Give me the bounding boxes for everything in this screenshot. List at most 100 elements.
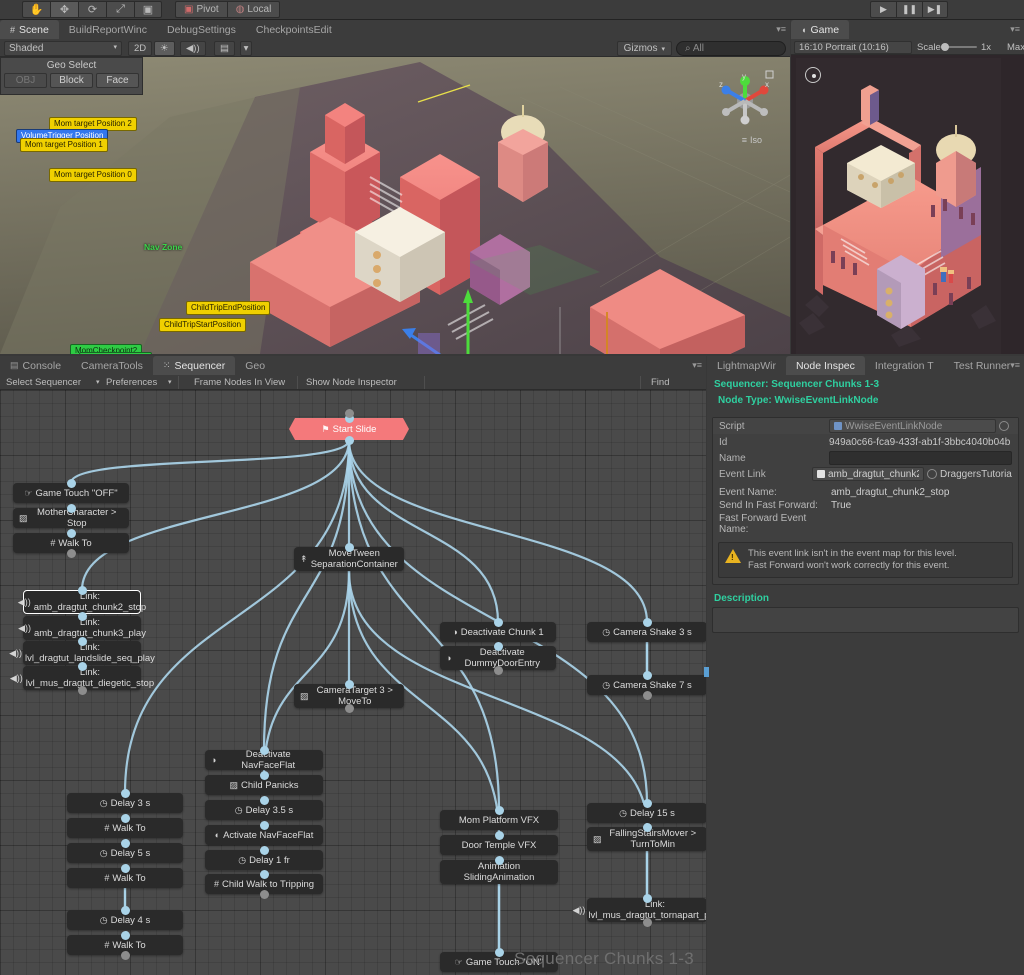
node-input-port[interactable]: [121, 789, 130, 798]
chevron-down-icon[interactable]: ▾: [162, 376, 178, 389]
select-sequencer-dropdown[interactable]: Select Sequencer: [0, 376, 87, 389]
node-output-port[interactable]: [78, 686, 87, 695]
move-tool-button[interactable]: ✥: [50, 1, 78, 18]
sun-icon[interactable]: ☀: [154, 41, 175, 56]
node-input-port[interactable]: [643, 799, 652, 808]
scale-slider[interactable]: [943, 46, 977, 48]
play-button[interactable]: ▶: [870, 1, 896, 18]
node-input-port[interactable]: [67, 504, 76, 513]
tab-lightmapwizard[interactable]: LightmapWir: [707, 356, 786, 375]
node-input-port[interactable]: [495, 948, 504, 957]
node-input-port[interactable]: [260, 821, 269, 830]
image-icon[interactable]: ▤: [214, 41, 235, 56]
node-graph-canvas[interactable]: ⚑Start Slide☞Game Touch "OFF"▨MotherChar…: [0, 390, 706, 975]
tab-geo[interactable]: Geo: [235, 356, 275, 375]
step-button[interactable]: ▶❚: [922, 1, 948, 18]
scene-label-mom-target-0[interactable]: Mom target Position 0: [49, 168, 137, 182]
node-output-port[interactable]: [643, 691, 652, 700]
geo-face-button[interactable]: Face: [96, 73, 139, 88]
inspector-panel-menu-icon[interactable]: ▾≡: [1010, 360, 1020, 371]
gizmos-dropdown[interactable]: Gizmos ▾: [617, 41, 672, 56]
name-input[interactable]: [829, 451, 1012, 465]
tab-scene[interactable]: # Scene: [0, 20, 59, 39]
rotate-tool-button[interactable]: ⟳: [78, 1, 106, 18]
geo-obj-button[interactable]: OBJ: [4, 73, 47, 88]
node-output-port[interactable]: [67, 549, 76, 558]
show-node-inspector-button[interactable]: Show Node Inspector: [300, 376, 403, 389]
event-link-object-field[interactable]: amb_dragtut_chunk2_st: [812, 467, 924, 481]
search-input[interactable]: ⌕ All: [676, 41, 786, 56]
scale-tool-button[interactable]: ⤢: [106, 1, 134, 18]
iso-projection-toggle[interactable]: ≡ Iso: [742, 135, 762, 145]
node-input-port[interactable]: [78, 637, 87, 646]
node-output-port[interactable]: [345, 704, 354, 713]
node-input-port[interactable]: [67, 529, 76, 538]
node-input-port[interactable]: [495, 856, 504, 865]
node-input-port[interactable]: [643, 671, 652, 680]
node-input-port[interactable]: [643, 823, 652, 832]
node-input-port[interactable]: [260, 771, 269, 780]
pivot-button[interactable]: ▣ Pivot: [175, 1, 227, 18]
scene-panel-menu-icon[interactable]: ▾≡: [776, 24, 786, 35]
scene-label-childtripend[interactable]: ChildTripEndPosition: [186, 301, 270, 315]
tab-debugsettings[interactable]: DebugSettings: [157, 20, 246, 39]
scene-label-mom-target-1[interactable]: Mom target Position 1: [20, 138, 108, 152]
tab-checkpointseditor[interactable]: CheckpointsEdit: [246, 20, 342, 39]
tab-cameratools[interactable]: CameraTools: [71, 356, 153, 375]
tab-sequencer[interactable]: ⁙ Sequencer: [153, 356, 235, 375]
local-button[interactable]: ◍ Local: [227, 1, 281, 18]
script-picker-icon[interactable]: [999, 421, 1009, 431]
node-output-port[interactable]: [260, 890, 269, 899]
geo-block-button[interactable]: Block: [50, 73, 93, 88]
scene-viewport[interactable]: Mom target Position 2 VolumeTrigger Posi…: [0, 57, 790, 354]
node-input-port[interactable]: [494, 642, 503, 651]
node-output-port[interactable]: [121, 951, 130, 960]
scene-label-childcheckpoint2[interactable]: ChildCheckpoint2: [79, 352, 152, 354]
node-input-port[interactable]: [260, 746, 269, 755]
node-input-port[interactable]: [121, 814, 130, 823]
shading-mode-dropdown[interactable]: Shaded ▾: [4, 41, 122, 56]
tab-test-runner[interactable]: Test Runner: [944, 356, 1021, 375]
game-viewport[interactable]: [791, 55, 1024, 354]
node-input-port[interactable]: [78, 662, 87, 671]
game-panel-menu-icon[interactable]: ▾≡: [1010, 24, 1020, 35]
node-input-port[interactable]: [121, 906, 130, 915]
node-input-port[interactable]: [495, 831, 504, 840]
toggle-2d-button[interactable]: 2D: [128, 41, 152, 56]
find-owner-button[interactable]: Find Owner: [645, 376, 706, 389]
rect-tool-button[interactable]: ▣: [134, 1, 162, 18]
node-input-port[interactable]: [260, 846, 269, 855]
node-input-port[interactable]: [78, 586, 87, 595]
node-input-port[interactable]: [121, 931, 130, 940]
tab-buildreportwindow[interactable]: BuildReportWinc: [59, 20, 157, 39]
pause-button[interactable]: ❚❚: [896, 1, 922, 18]
node-input-port[interactable]: [67, 479, 76, 488]
start-node-input-port[interactable]: [345, 409, 354, 418]
tab-node-inspector[interactable]: Node Inspec: [786, 356, 865, 375]
script-object-field[interactable]: WwiseEventLinkNode: [829, 419, 996, 433]
tab-console[interactable]: ▤ Console: [0, 356, 71, 375]
node-input-port[interactable]: [494, 618, 503, 627]
aspect-ratio-dropdown[interactable]: 16:10 Portrait (10:16): [794, 41, 912, 54]
sequencer-panel-menu-icon[interactable]: ▾≡: [692, 360, 702, 371]
node-input-port[interactable]: [495, 806, 504, 815]
node-input-port[interactable]: [121, 864, 130, 873]
scale-slider-knob[interactable]: [941, 43, 949, 51]
start-node-output-port[interactable]: [345, 436, 354, 445]
tab-integration-tests[interactable]: Integration T: [865, 356, 944, 375]
node-input-port[interactable]: [345, 680, 354, 689]
frame-nodes-in-view-button[interactable]: Frame Nodes In View: [188, 376, 291, 389]
node-input-port[interactable]: [121, 839, 130, 848]
preferences-dropdown[interactable]: Preferences: [100, 376, 163, 389]
speaker-icon[interactable]: ◀)): [180, 41, 206, 56]
scene-label-childtripstart[interactable]: ChildTripStartPosition: [159, 318, 246, 332]
chevron-down-icon[interactable]: ▾: [240, 41, 252, 56]
node-input-port[interactable]: [78, 612, 87, 621]
node-output-port[interactable]: [494, 666, 503, 675]
node-input-port[interactable]: [643, 618, 652, 627]
description-field[interactable]: [712, 607, 1019, 633]
node-output-port[interactable]: [643, 918, 652, 927]
tab-game[interactable]: ◖ Game: [791, 20, 849, 39]
node-input-port[interactable]: [260, 796, 269, 805]
hand-tool-button[interactable]: ✋: [22, 1, 50, 18]
